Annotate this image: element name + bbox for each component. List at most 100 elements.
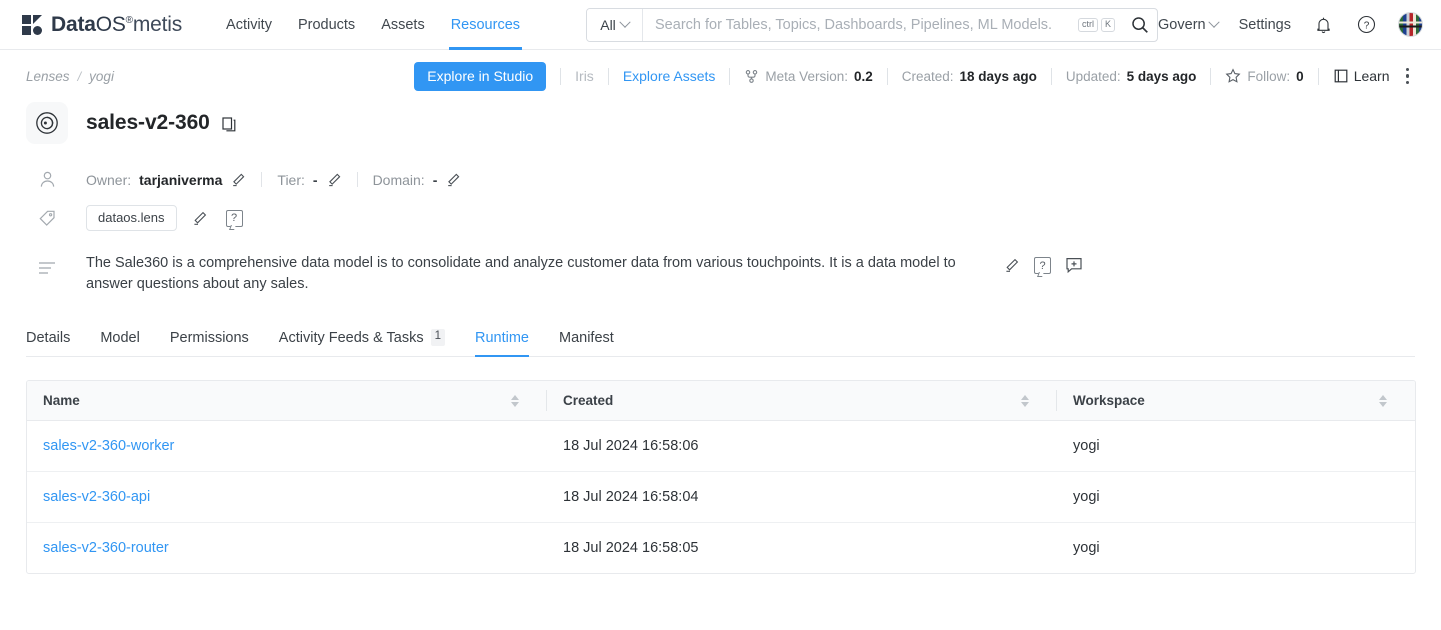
breadcrumb-item-yogi[interactable]: yogi <box>89 69 114 84</box>
table-row: sales-v2-360-worker 18 Jul 2024 16:58:06… <box>27 420 1415 472</box>
pencil-icon <box>193 211 206 225</box>
tab-activity-feeds-and-tasks[interactable]: Activity Feeds & Tasks 1 <box>264 329 460 356</box>
sort-name-button[interactable] <box>511 394 531 407</box>
search-input[interactable] <box>643 8 1079 41</box>
star-icon <box>1225 68 1241 83</box>
iris-link[interactable]: Iris <box>575 68 594 84</box>
notifications-button[interactable] <box>1312 14 1334 36</box>
description-actions: ? <box>1003 253 1083 274</box>
breadcrumb-and-actions-row: Lenses / yogi Explore in Studio Iris Exp… <box>26 50 1416 91</box>
cell-name: sales-v2-360-worker <box>27 420 547 472</box>
request-description-button[interactable]: ? <box>1034 257 1051 274</box>
registered-mark: ® <box>125 14 133 26</box>
more-options-button[interactable] <box>1400 64 1416 89</box>
kebab-menu-icon <box>1405 67 1409 72</box>
domain-value: - <box>432 171 438 188</box>
table-row: sales-v2-360-router 18 Jul 2024 16:58:05… <box>27 523 1415 574</box>
resource-link[interactable]: sales-v2-360-router <box>43 540 169 556</box>
owner-value[interactable]: tarjaniverma <box>139 172 222 188</box>
explore-assets-link[interactable]: Explore Assets <box>623 68 716 84</box>
description-row-icon-slot <box>26 253 68 275</box>
page-title: sales-v2-360 <box>86 111 210 134</box>
brand-name-light: OS <box>95 12 126 36</box>
explore-in-studio-button[interactable]: Explore in Studio <box>414 61 547 91</box>
nav-item-products[interactable]: Products <box>298 0 355 50</box>
owner-row-body: Owner: tarjaniverma Tier: - Domain: - <box>86 172 461 188</box>
sort-created-button[interactable] <box>1021 394 1041 407</box>
cell-created: 18 Jul 2024 16:58:05 <box>563 540 699 556</box>
nav-item-activity[interactable]: Activity <box>226 0 272 50</box>
request-tag-button[interactable]: ? <box>225 209 243 227</box>
sort-descending-icon <box>1021 401 1029 407</box>
entity-title-row: sales-v2-360 <box>26 102 1415 144</box>
meta-version-label: Meta Version: <box>765 68 848 84</box>
top-navigation-bar: DataOS®metis Activity Products Assets Re… <box>0 0 1441 50</box>
edit-description-button[interactable] <box>1003 257 1020 274</box>
settings-link[interactable]: Settings <box>1239 17 1291 33</box>
column-header-created[interactable]: Created <box>547 381 1057 421</box>
tab-activity-feeds-count: 1 <box>430 329 445 346</box>
tab-runtime-label: Runtime <box>474 330 529 346</box>
column-header-name-label: Name <box>43 393 80 408</box>
breadcrumb: Lenses / yogi <box>26 69 114 84</box>
sort-ascending-icon <box>1021 394 1029 400</box>
cell-name: sales-v2-360-api <box>27 471 547 523</box>
search-submit-button[interactable] <box>1123 9 1157 41</box>
sort-ascending-icon <box>511 394 519 400</box>
divider <box>261 172 263 187</box>
divider <box>1317 67 1319 85</box>
edit-owner-button[interactable] <box>230 172 246 188</box>
brand-logo[interactable]: DataOS®metis <box>22 13 182 37</box>
follow-control[interactable]: Follow: 0 <box>1225 68 1304 84</box>
git-branch-icon <box>746 69 758 83</box>
help-circle-icon: ? <box>1357 15 1375 34</box>
page-title-wrap: sales-v2-360 <box>86 111 236 135</box>
nav-right-group: Govern Settings ? <box>1158 12 1423 37</box>
cell-workspace: yogi <box>1057 471 1415 523</box>
resource-link[interactable]: sales-v2-360-worker <box>43 438 174 454</box>
divider <box>607 67 609 85</box>
column-header-name[interactable]: Name <box>27 381 547 421</box>
tab-manifest[interactable]: Manifest <box>544 330 629 356</box>
tab-activity-feeds-label: Activity Feeds & Tasks <box>278 329 424 346</box>
edit-tier-button[interactable] <box>326 172 342 188</box>
tab-runtime[interactable]: Runtime <box>460 330 544 357</box>
shortcut-key-ctrl: ctrl <box>1078 17 1099 32</box>
tab-details-label: Details <box>26 330 71 346</box>
search-shortcut-hint: ctrl K <box>1078 17 1123 32</box>
edit-domain-button[interactable] <box>445 172 461 188</box>
tab-details[interactable]: Details <box>26 330 85 356</box>
cell-name: sales-v2-360-router <box>27 523 547 574</box>
copy-title-button[interactable] <box>222 117 236 132</box>
cell-workspace: yogi <box>1073 540 1100 556</box>
search-icon <box>1132 16 1148 33</box>
add-comment-button[interactable] <box>1065 257 1083 274</box>
breadcrumb-item-lenses[interactable]: Lenses <box>26 69 70 84</box>
copy-icon <box>222 117 236 132</box>
owner-row-icon-slot <box>26 170 68 189</box>
column-header-workspace[interactable]: Workspace <box>1057 381 1415 421</box>
lens-icon <box>36 112 58 134</box>
pencil-icon <box>1006 258 1019 272</box>
learn-button[interactable]: Learn <box>1333 68 1390 84</box>
govern-menu[interactable]: Govern <box>1158 16 1220 33</box>
divider <box>1210 67 1212 85</box>
divider <box>356 172 358 187</box>
help-button[interactable]: ? <box>1355 14 1377 36</box>
brand-name-bold: Data <box>51 12 96 36</box>
entity-action-bar: Explore in Studio Iris Explore Assets Me… <box>414 61 1416 91</box>
sort-workspace-button[interactable] <box>1379 394 1399 407</box>
created-meta: Created: 18 days ago <box>902 69 1037 84</box>
cell-created: 18 Jul 2024 16:58:04 <box>547 471 1057 523</box>
tab-permissions[interactable]: Permissions <box>155 330 264 356</box>
nav-item-resources[interactable]: Resources <box>448 0 523 50</box>
edit-tags-button[interactable] <box>191 210 208 227</box>
domain-label: Domain: <box>372 171 425 188</box>
resource-link[interactable]: sales-v2-360-api <box>43 489 150 505</box>
avatar[interactable] <box>1398 12 1423 37</box>
search-scope-selector[interactable]: All <box>587 8 644 41</box>
primary-nav: Activity Products Assets Resources <box>226 0 523 50</box>
nav-item-assets[interactable]: Assets <box>381 0 425 50</box>
tab-model[interactable]: Model <box>85 330 155 356</box>
tag-chip[interactable]: dataos.lens <box>86 205 177 231</box>
